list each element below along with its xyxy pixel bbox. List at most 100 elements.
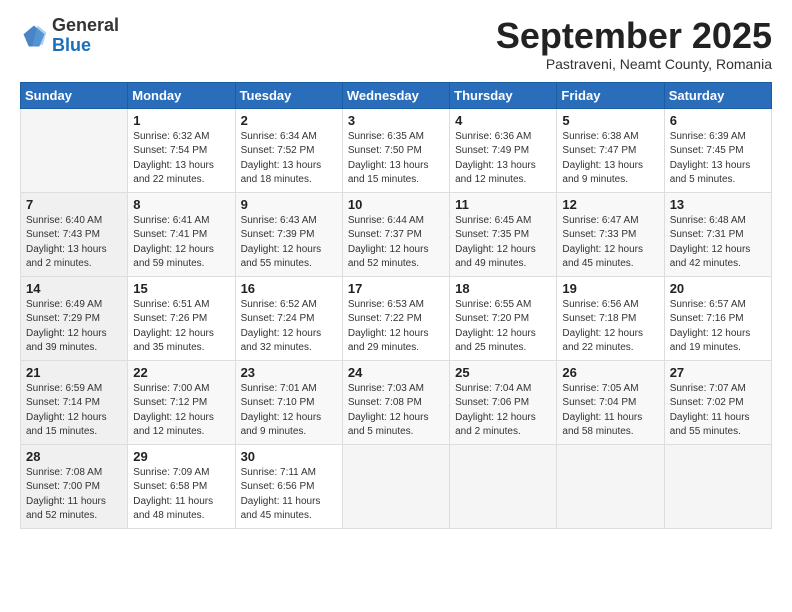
- day-info: Sunrise: 6:41 AM Sunset: 7:41 PM Dayligh…: [133, 214, 229, 272]
- month-title: September 2025: [496, 16, 772, 56]
- day-number: 19: [562, 281, 658, 296]
- day-info: Sunrise: 6:55 AM Sunset: 7:20 PM Dayligh…: [455, 298, 551, 356]
- week-row-0: 1 Sunrise: 6:32 AM Sunset: 7:54 PM Daylig…: [21, 108, 772, 192]
- day-cell: 26 Sunrise: 7:05 AM Sunset: 7:04 PM Dayli…: [557, 360, 664, 444]
- day-number: 15: [133, 281, 229, 296]
- day-info: Sunrise: 7:03 AM Sunset: 7:08 PM Dayligh…: [348, 382, 444, 440]
- day-number: 1: [133, 113, 229, 128]
- week-row-1: 7Sunrise: 6:40 AM Sunset: 7:43 PM Daylig…: [21, 192, 772, 276]
- day-cell: 9 Sunrise: 6:43 AM Sunset: 7:39 PM Daylig…: [235, 192, 342, 276]
- day-cell: 27 Sunrise: 7:07 AM Sunset: 7:02 PM Dayli…: [664, 360, 771, 444]
- day-number: 2: [241, 113, 337, 128]
- day-cell: 6 Sunrise: 6:39 AM Sunset: 7:45 PM Daylig…: [664, 108, 771, 192]
- day-info: Sunrise: 7:11 AM Sunset: 6:56 PM Dayligh…: [241, 466, 337, 524]
- day-info: Sunrise: 6:59 AM Sunset: 7:14 PM Dayligh…: [26, 382, 122, 440]
- day-info: Sunrise: 7:08 AM Sunset: 7:00 PM Dayligh…: [26, 466, 122, 524]
- day-cell: 7Sunrise: 6:40 AM Sunset: 7:43 PM Daylig…: [21, 192, 128, 276]
- weekday-saturday: Saturday: [664, 82, 771, 108]
- day-number: 28: [26, 449, 122, 464]
- logo-icon: [20, 22, 48, 50]
- day-number: 6: [670, 113, 766, 128]
- day-cell: 5 Sunrise: 6:38 AM Sunset: 7:47 PM Daylig…: [557, 108, 664, 192]
- day-cell: 28 Sunrise: 7:08 AM Sunset: 7:00 PM Dayli…: [21, 444, 128, 528]
- day-cell: 23 Sunrise: 7:01 AM Sunset: 7:10 PM Dayli…: [235, 360, 342, 444]
- day-cell: [21, 108, 128, 192]
- day-info: Sunrise: 6:32 AM Sunset: 7:54 PM Dayligh…: [133, 130, 229, 188]
- day-cell: 13Sunrise: 6:48 AM Sunset: 7:31 PM Dayli…: [664, 192, 771, 276]
- day-number: 27: [670, 365, 766, 380]
- week-row-2: 14 Sunrise: 6:49 AM Sunset: 7:29 PM Dayli…: [21, 276, 772, 360]
- day-info: Sunrise: 6:51 AM Sunset: 7:26 PM Dayligh…: [133, 298, 229, 356]
- day-cell: 16Sunrise: 6:52 AM Sunset: 7:24 PM Dayli…: [235, 276, 342, 360]
- day-info: Sunrise: 6:52 AM Sunset: 7:24 PM Dayligh…: [241, 298, 337, 356]
- day-number: 7: [26, 197, 122, 212]
- day-info: Sunrise: 6:56 AM Sunset: 7:18 PM Dayligh…: [562, 298, 658, 356]
- day-info: Sunrise: 7:00 AM Sunset: 7:12 PM Dayligh…: [133, 382, 229, 440]
- day-number: 12: [562, 197, 658, 212]
- day-number: 23: [241, 365, 337, 380]
- day-info: Sunrise: 6:39 AM Sunset: 7:45 PM Dayligh…: [670, 130, 766, 188]
- day-info: Sunrise: 6:57 AM Sunset: 7:16 PM Dayligh…: [670, 298, 766, 356]
- day-number: 29: [133, 449, 229, 464]
- day-info: Sunrise: 7:04 AM Sunset: 7:06 PM Dayligh…: [455, 382, 551, 440]
- day-cell: [342, 444, 449, 528]
- day-info: Sunrise: 6:34 AM Sunset: 7:52 PM Dayligh…: [241, 130, 337, 188]
- day-number: 9: [241, 197, 337, 212]
- day-number: 10: [348, 197, 444, 212]
- title-block: September 2025 Pastraveni, Neamt County,…: [496, 16, 772, 72]
- day-number: 18: [455, 281, 551, 296]
- day-info: Sunrise: 7:07 AM Sunset: 7:02 PM Dayligh…: [670, 382, 766, 440]
- day-info: Sunrise: 6:43 AM Sunset: 7:39 PM Dayligh…: [241, 214, 337, 272]
- day-number: 11: [455, 197, 551, 212]
- day-number: 4: [455, 113, 551, 128]
- day-info: Sunrise: 6:35 AM Sunset: 7:50 PM Dayligh…: [348, 130, 444, 188]
- day-info: Sunrise: 6:49 AM Sunset: 7:29 PM Dayligh…: [26, 298, 122, 356]
- day-number: 3: [348, 113, 444, 128]
- weekday-header-row: SundayMondayTuesdayWednesdayThursdayFrid…: [21, 82, 772, 108]
- day-cell: 14 Sunrise: 6:49 AM Sunset: 7:29 PM Dayli…: [21, 276, 128, 360]
- logo: General Blue: [20, 16, 119, 56]
- day-cell: 1 Sunrise: 6:32 AM Sunset: 7:54 PM Daylig…: [128, 108, 235, 192]
- day-number: 30: [241, 449, 337, 464]
- location: Pastraveni, Neamt County, Romania: [496, 56, 772, 72]
- header: General Blue September 2025 Pastraveni, …: [20, 16, 772, 72]
- day-number: 26: [562, 365, 658, 380]
- day-cell: [450, 444, 557, 528]
- weekday-thursday: Thursday: [450, 82, 557, 108]
- day-cell: 24Sunrise: 7:03 AM Sunset: 7:08 PM Dayli…: [342, 360, 449, 444]
- day-cell: 20 Sunrise: 6:57 AM Sunset: 7:16 PM Dayli…: [664, 276, 771, 360]
- weekday-wednesday: Wednesday: [342, 82, 449, 108]
- day-cell: [557, 444, 664, 528]
- day-info: Sunrise: 6:48 AM Sunset: 7:31 PM Dayligh…: [670, 214, 766, 272]
- week-row-4: 28 Sunrise: 7:08 AM Sunset: 7:00 PM Dayli…: [21, 444, 772, 528]
- day-cell: 8Sunrise: 6:41 AM Sunset: 7:41 PM Daylig…: [128, 192, 235, 276]
- day-info: Sunrise: 7:01 AM Sunset: 7:10 PM Dayligh…: [241, 382, 337, 440]
- weekday-friday: Friday: [557, 82, 664, 108]
- day-number: 25: [455, 365, 551, 380]
- logo-text: General Blue: [52, 16, 119, 56]
- day-info: Sunrise: 6:44 AM Sunset: 7:37 PM Dayligh…: [348, 214, 444, 272]
- day-info: Sunrise: 6:45 AM Sunset: 7:35 PM Dayligh…: [455, 214, 551, 272]
- page: General Blue September 2025 Pastraveni, …: [0, 0, 792, 612]
- weekday-sunday: Sunday: [21, 82, 128, 108]
- day-number: 14: [26, 281, 122, 296]
- weekday-monday: Monday: [128, 82, 235, 108]
- day-cell: 17Sunrise: 6:53 AM Sunset: 7:22 PM Dayli…: [342, 276, 449, 360]
- day-number: 20: [670, 281, 766, 296]
- day-cell: 22 Sunrise: 7:00 AM Sunset: 7:12 PM Dayli…: [128, 360, 235, 444]
- day-cell: 2 Sunrise: 6:34 AM Sunset: 7:52 PM Daylig…: [235, 108, 342, 192]
- day-cell: 21 Sunrise: 6:59 AM Sunset: 7:14 PM Dayli…: [21, 360, 128, 444]
- day-info: Sunrise: 6:53 AM Sunset: 7:22 PM Dayligh…: [348, 298, 444, 356]
- day-info: Sunrise: 7:05 AM Sunset: 7:04 PM Dayligh…: [562, 382, 658, 440]
- weekday-tuesday: Tuesday: [235, 82, 342, 108]
- day-number: 5: [562, 113, 658, 128]
- day-number: 21: [26, 365, 122, 380]
- day-info: Sunrise: 6:38 AM Sunset: 7:47 PM Dayligh…: [562, 130, 658, 188]
- day-cell: 12 Sunrise: 6:47 AM Sunset: 7:33 PM Dayli…: [557, 192, 664, 276]
- day-info: Sunrise: 6:47 AM Sunset: 7:33 PM Dayligh…: [562, 214, 658, 272]
- day-cell: 18 Sunrise: 6:55 AM Sunset: 7:20 PM Dayli…: [450, 276, 557, 360]
- day-cell: 30 Sunrise: 7:11 AM Sunset: 6:56 PM Dayli…: [235, 444, 342, 528]
- logo-blue: Blue: [52, 35, 91, 55]
- day-cell: 19 Sunrise: 6:56 AM Sunset: 7:18 PM Dayli…: [557, 276, 664, 360]
- day-number: 22: [133, 365, 229, 380]
